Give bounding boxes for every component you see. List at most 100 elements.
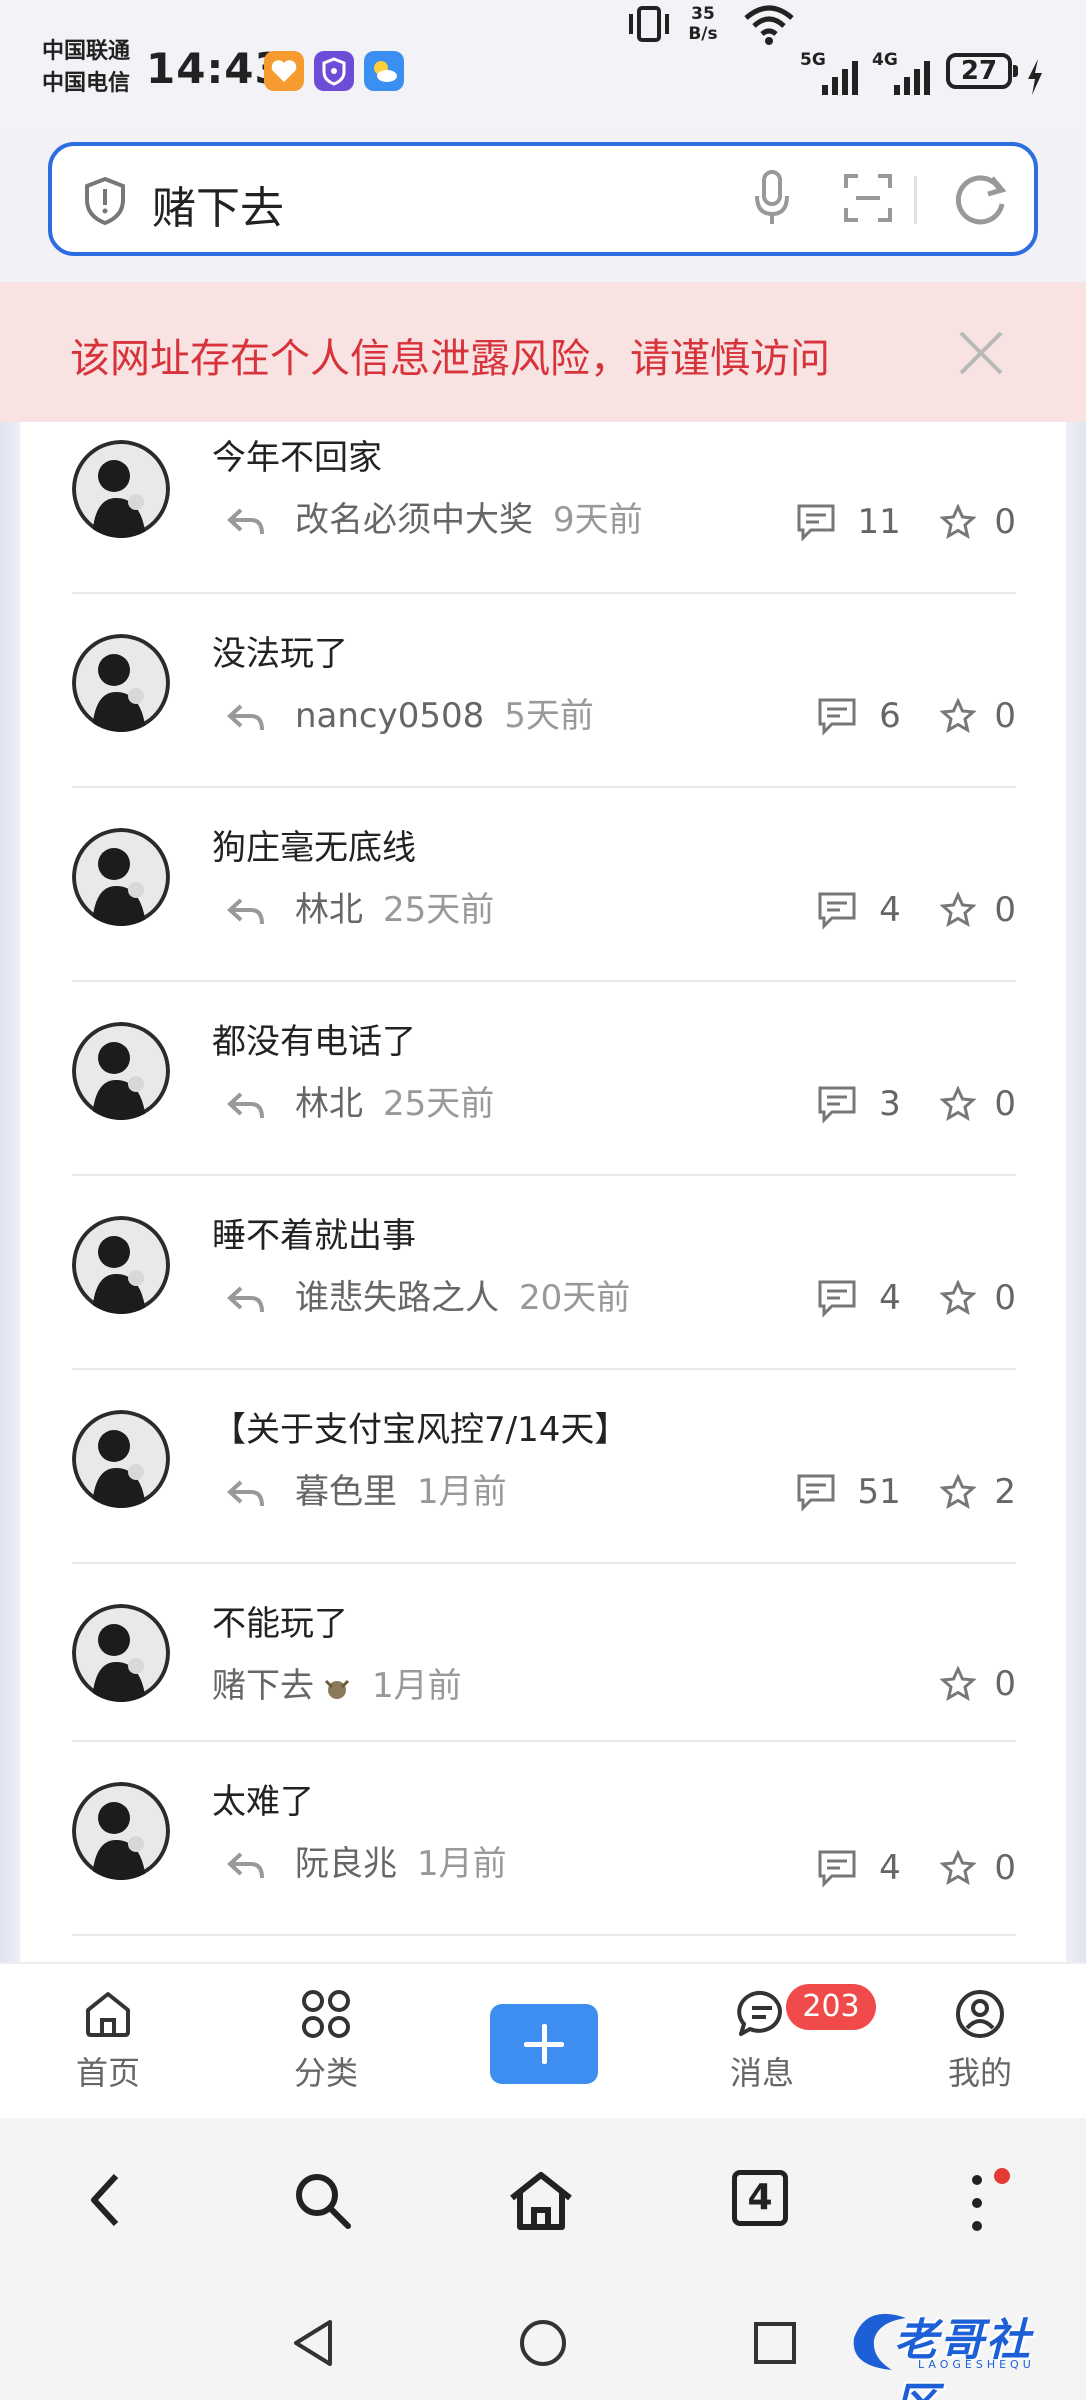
thread-author[interactable]: 林北	[295, 1084, 363, 1124]
avatar[interactable]	[72, 1410, 170, 1508]
thread-meta: 谁悲失路之人 20天前	[227, 1270, 630, 1319]
thread-item[interactable]: 都没有电话了 林北 25天前 3 0	[72, 982, 1016, 1176]
thread-time: 1月前	[417, 1844, 507, 1884]
comment-icon	[818, 1280, 856, 1318]
tabs-icon[interactable]: 4	[732, 2170, 788, 2226]
star-icon[interactable]	[939, 1849, 976, 1886]
address-text[interactable]: 赌下去	[152, 172, 284, 236]
thread-stats: 4 0	[816, 888, 1016, 938]
address-bar[interactable]: 赌下去	[48, 142, 1038, 256]
thread-title[interactable]: 太难了	[212, 1774, 314, 1823]
warning-text: 该网址存在个人信息泄露风险，请谨慎访问	[70, 336, 830, 382]
thread-item[interactable]: 不能玩了 赌下去 1月前 0	[72, 1564, 1016, 1742]
avatar[interactable]	[72, 1604, 170, 1702]
thread-item[interactable]: 没法玩了 nancy0508 5天前 6 0	[72, 594, 1016, 788]
thread-author[interactable]: 阮良兆	[295, 1844, 397, 1884]
star-icon[interactable]	[939, 1279, 976, 1316]
thread-time: 25天前	[383, 890, 495, 930]
star-icon[interactable]	[939, 1665, 976, 1702]
wifi-icon	[744, 5, 794, 45]
plus-icon[interactable]	[490, 2004, 598, 2084]
star-icon[interactable]	[939, 1085, 976, 1122]
tab-category[interactable]: 分类	[266, 1988, 386, 2094]
thread-meta: 改名必须中大奖 9天前	[227, 492, 643, 541]
reply-icon	[227, 704, 264, 730]
reply-icon	[227, 1092, 264, 1118]
battery-icon: 27	[946, 53, 1018, 89]
user-badge-icon	[324, 1679, 350, 1699]
status-bar: 中国联通 中国电信 14:43 35 B/s 5G 4G 27	[0, 0, 1086, 135]
nav-back-icon[interactable]	[288, 2316, 338, 2370]
thread-author[interactable]: 改名必须中大奖	[295, 500, 533, 540]
comment-icon	[818, 892, 856, 930]
heart-app-icon	[264, 51, 304, 91]
carrier-1: 中国联通	[42, 39, 131, 64]
thread-title[interactable]: 【关于支付宝风控7/14天】	[212, 1402, 628, 1451]
thread-title[interactable]: 不能玩了	[212, 1596, 348, 1645]
tab-home[interactable]: 首页	[48, 1988, 168, 2094]
like-count: 2	[994, 1471, 1016, 1512]
thread-item[interactable]: 睡不着就出事 谁悲失路之人 20天前 4 0	[72, 1176, 1016, 1370]
reply-icon	[227, 898, 264, 924]
browser-toolbar: 4	[0, 2118, 1086, 2288]
thread-item[interactable]: 【关于支付宝风控7/14天】 暮色里 1月前 51 2	[72, 1370, 1016, 1564]
thread-title[interactable]: 今年不回家	[212, 430, 382, 479]
thread-title[interactable]: 狗庄毫无底线	[212, 820, 416, 869]
avatar[interactable]	[72, 440, 170, 538]
signal-icon	[894, 61, 930, 95]
thread-author[interactable]: 谁悲失路之人	[295, 1278, 499, 1318]
avatar[interactable]	[72, 634, 170, 732]
thread-stats: 11 0	[795, 500, 1016, 550]
microphone-icon[interactable]	[752, 168, 792, 228]
nav-recent-icon[interactable]	[750, 2316, 800, 2370]
scan-icon[interactable]	[842, 172, 894, 224]
thread-meta: 赌下去 1月前	[212, 1658, 462, 1707]
avatar[interactable]	[72, 1022, 170, 1120]
site-watermark: 老哥社区 LAOGESHEQU	[846, 2300, 1076, 2400]
thread-item[interactable]: 太难了 阮良兆 1月前 4 0	[72, 1742, 1016, 1936]
comment-count: 4	[879, 1277, 901, 1318]
shield-icon[interactable]	[82, 176, 128, 226]
avatar[interactable]	[72, 1216, 170, 1314]
thread-author[interactable]: 林北	[295, 890, 363, 930]
net-speed: 35 B/s	[678, 4, 728, 44]
thread-time: 5天前	[504, 696, 594, 736]
thread-author[interactable]: nancy0508	[295, 696, 484, 736]
more-icon[interactable]	[962, 2170, 992, 2236]
avatar[interactable]	[72, 828, 170, 926]
back-icon[interactable]	[82, 2170, 132, 2230]
tab-mine[interactable]: 我的	[920, 1988, 1040, 2094]
thread-time: 1月前	[372, 1666, 462, 1706]
like-count: 0	[994, 1847, 1016, 1888]
star-icon[interactable]	[939, 891, 976, 928]
search-icon[interactable]	[292, 2170, 354, 2232]
avatar[interactable]	[72, 1782, 170, 1880]
thread-title[interactable]: 都没有电话了	[212, 1014, 416, 1063]
star-icon[interactable]	[939, 1473, 976, 1510]
thread-author[interactable]: 赌下去	[212, 1666, 314, 1706]
comment-icon	[818, 1086, 856, 1124]
thread-stats: 6 0	[816, 694, 1016, 744]
close-icon[interactable]	[956, 328, 1006, 378]
thread-item[interactable]: 狗庄毫无底线 林北 25天前 4 0	[72, 788, 1016, 982]
thread-meta: 林北 25天前	[227, 1076, 494, 1125]
thread-title[interactable]: 没法玩了	[212, 626, 348, 675]
like-count: 0	[994, 889, 1016, 930]
thread-author[interactable]: 暮色里	[295, 1472, 397, 1512]
like-count: 0	[994, 501, 1016, 542]
thread-meta: nancy0508 5天前	[227, 688, 594, 737]
star-icon[interactable]	[939, 697, 976, 734]
privacy-warning-banner: 该网址存在个人信息泄露风险，请谨慎访问	[0, 282, 1086, 422]
star-icon[interactable]	[939, 503, 976, 540]
comment-icon	[797, 1474, 835, 1512]
chat-icon	[737, 1990, 782, 2036]
nav-home-icon[interactable]	[516, 2316, 570, 2370]
thread-title[interactable]: 睡不着就出事	[212, 1208, 416, 1257]
refresh-icon[interactable]	[952, 170, 1010, 228]
thread-item[interactable]: 今年不回家 改名必须中大奖 9天前 11 0	[72, 430, 1016, 594]
home-icon[interactable]	[506, 2170, 576, 2232]
user-icon	[956, 1990, 1004, 2038]
grid-icon	[302, 1990, 350, 2038]
thread-meta: 暮色里 1月前	[227, 1464, 507, 1513]
thread-stats: 4 0	[816, 1846, 1016, 1896]
